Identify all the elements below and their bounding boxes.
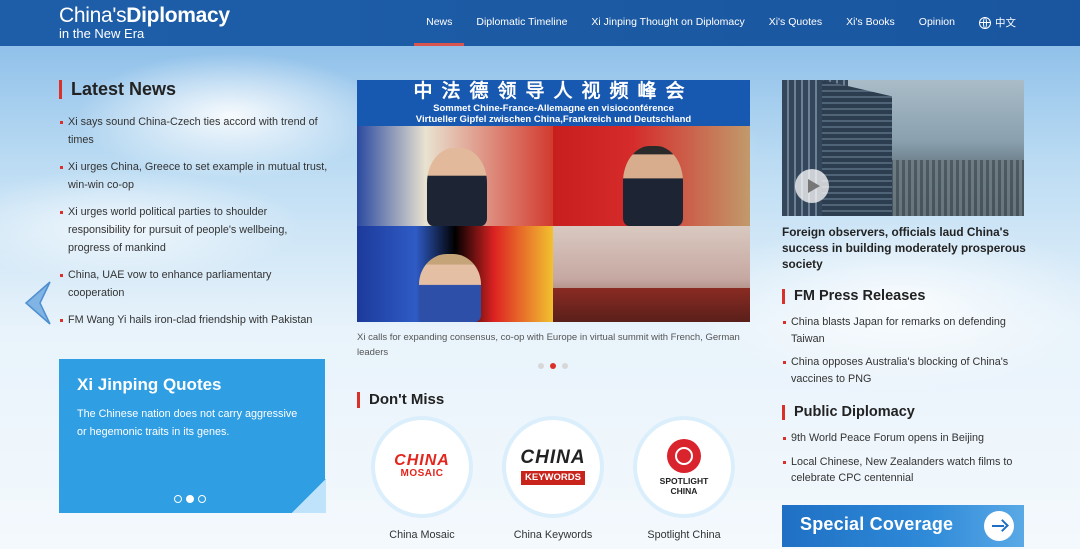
photo-panel-china [553,126,750,226]
carousel-pagination [538,363,568,369]
quotes-pagination [174,495,206,503]
banner-de-text: Virtueller Gipfel zwischen China,Frankre… [415,114,692,125]
logo-word: KEYWORDS [521,471,585,485]
banner-fr-text: Sommet Chine-France-Allemagne en visioco… [433,103,674,114]
photo-panel-germany [357,226,553,322]
xi-quotes-card[interactable]: Xi Jinping Quotes The Chinese nation doe… [59,359,325,513]
list-item[interactable]: Xi urges world political parties to shou… [60,203,328,257]
spotlight-china-logo: SPOTLIGHT CHINA [637,420,731,514]
globe-icon [979,17,991,29]
page-fold-decoration [292,479,326,513]
video-caption[interactable]: Foreign observers, officials laud China'… [782,224,1027,272]
logo-subtitle: in the New Era [59,26,145,41]
list-item[interactable]: Xi says sound China-Czech ties accord wi… [60,113,328,149]
chevron-left-icon[interactable] [22,280,52,326]
photo-panel-france [357,126,553,226]
tower-image [822,80,892,216]
nav-language-switch[interactable]: 中文 [967,0,1028,46]
logo-word: MOSAIC [400,468,444,479]
pagination-dot[interactable] [562,363,568,369]
list-item[interactable]: Xi urges China, Greece to set example in… [60,158,328,194]
tile-label: Spotlight China [647,529,721,541]
list-item[interactable]: FM Wang Yi hails iron-clad friendship wi… [60,311,328,329]
main-story-caption[interactable]: Xi calls for expanding consensus, co-op … [357,330,752,360]
list-item[interactable]: 9th World Peace Forum opens in Beijing [783,430,1028,447]
nav-xi-thought[interactable]: Xi Jinping Thought on Diplomacy [579,0,756,46]
quote-text: The Chinese nation does not carry aggres… [77,408,298,438]
main-nav: News Diplomatic Timeline Xi Jinping Thou… [414,0,1028,46]
logo-word: SPOTLIGHT [659,475,709,486]
special-coverage-banner[interactable]: Special Coverage [782,505,1024,547]
banner-zh-text: 中法德领导人视频峰会 [413,81,694,102]
pagination-dot[interactable] [174,495,182,503]
logo-text-b: Diplomacy [126,4,230,27]
list-item[interactable]: China blasts Japan for remarks on defend… [783,314,1028,347]
fm-press-list: China blasts Japan for remarks on defend… [783,314,1028,394]
china-keywords-logo: CHINA KEYWORDS [506,420,600,514]
summit-banner: 中法德领导人视频峰会 Sommet Chine-France-Allemagne… [357,80,750,126]
list-item[interactable]: China, UAE vow to enhance parliamentary … [60,266,328,302]
pagination-dot-active[interactable] [550,363,556,369]
fm-press-heading: FM Press Releases [782,289,925,304]
dont-miss-heading: Don't Miss [357,392,444,408]
list-item[interactable]: China opposes Australia's blocking of Ch… [783,354,1028,387]
tile-label: China Keywords [513,529,593,541]
spotlight-icon [666,438,701,473]
top-header: China'sDiplomacy in the New Era News Dip… [0,0,1080,46]
public-diplomacy-list: 9th World Peace Forum opens in Beijing L… [783,430,1028,494]
quotes-title: Xi Jinping Quotes [77,375,222,394]
site-logo[interactable]: China'sDiplomacy in the New Era [59,4,230,40]
tile-label: China Mosaic [389,529,455,541]
play-icon[interactable] [795,169,829,203]
china-keywords-tile[interactable]: CHINA KEYWORDS China Keywords [498,420,608,541]
china-mosaic-tile[interactable]: CHINA MOSAIC China Mosaic [367,420,477,541]
nav-news[interactable]: News [414,0,465,46]
nav-diplomatic-timeline[interactable]: Diplomatic Timeline [464,0,579,46]
pagination-dot-active[interactable] [186,495,194,503]
photo-panel-hall [553,226,750,322]
video-thumbnail[interactable] [782,80,1024,216]
logo-word: CHINA [670,485,698,496]
logo-word: CHINA [394,452,450,469]
pagination-dot[interactable] [198,495,206,503]
spotlight-china-tile[interactable]: SPOTLIGHT CHINA Spotlight China [629,420,739,541]
special-coverage-label: Special Coverage [800,514,954,534]
nav-xis-books[interactable]: Xi's Books [834,0,907,46]
pagination-dot[interactable] [538,363,544,369]
nav-xis-quotes[interactable]: Xi's Quotes [757,0,834,46]
list-item[interactable]: Local Chinese, New Zealanders watch film… [783,454,1028,487]
public-diplomacy-heading: Public Diplomacy [782,405,915,420]
china-mosaic-logo: CHINA MOSAIC [375,420,469,514]
nav-opinion[interactable]: Opinion [907,0,967,46]
language-label: 中文 [995,17,1016,29]
logo-word: CHINA [520,447,586,468]
main-story-photo[interactable]: 中法德领导人视频峰会 Sommet Chine-France-Allemagne… [357,80,750,322]
arrow-right-icon[interactable] [984,511,1014,541]
latest-news-list: Xi says sound China-Czech ties accord wi… [60,113,328,338]
logo-text-a: China's [59,4,127,27]
latest-news-heading: Latest News [59,80,176,99]
